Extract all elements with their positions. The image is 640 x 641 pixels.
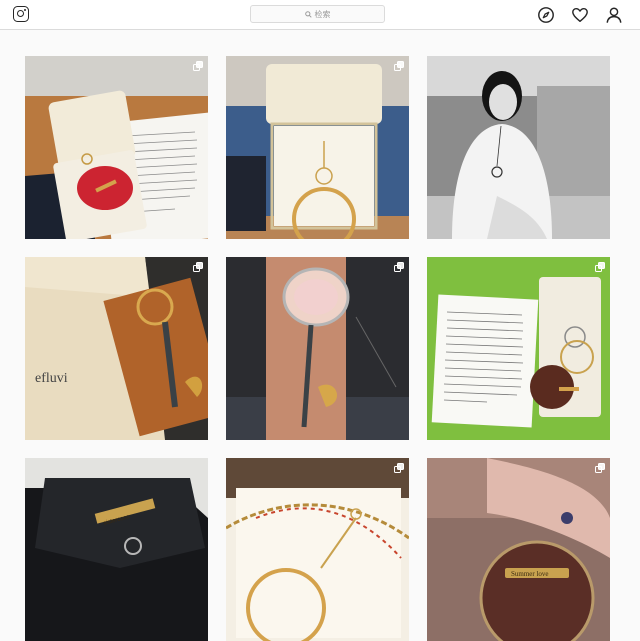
- mirror-plate-text: Summer love: [511, 570, 549, 578]
- multiple-photos-icon: [595, 463, 605, 473]
- compass-icon[interactable]: [537, 6, 555, 24]
- post-tile[interactable]: [226, 56, 409, 239]
- multiple-photos-icon: [193, 262, 203, 272]
- search-icon: [304, 10, 312, 18]
- multiple-photos-icon: [394, 61, 404, 71]
- heart-icon[interactable]: [571, 6, 589, 24]
- instagram-logo-icon[interactable]: [13, 6, 29, 22]
- post-tile[interactable]: [226, 458, 409, 641]
- post-photo: [427, 257, 610, 440]
- post-photo: [226, 257, 409, 440]
- top-navigation-bar: 检索: [0, 0, 640, 30]
- post-photo: sistercoco: [25, 458, 208, 641]
- post-photo: efluvi: [25, 257, 208, 440]
- post-tile[interactable]: [25, 56, 208, 239]
- post-photo: [226, 56, 409, 239]
- post-tile[interactable]: Summer love: [427, 458, 610, 641]
- search-input[interactable]: 检索: [250, 5, 385, 23]
- multiple-photos-icon: [394, 262, 404, 272]
- post-photo: [427, 56, 610, 239]
- post-photo: Summer love: [427, 458, 610, 641]
- post-tile[interactable]: sistercoco: [25, 458, 208, 641]
- post-tile[interactable]: [427, 257, 610, 440]
- multiple-photos-icon: [595, 262, 605, 272]
- multiple-photos-icon: [394, 463, 404, 473]
- profile-icon[interactable]: [605, 6, 623, 24]
- multiple-photos-icon: [193, 61, 203, 71]
- box-brand-text: efluvi: [35, 371, 68, 386]
- post-photo: [226, 458, 409, 641]
- post-tile[interactable]: [226, 257, 409, 440]
- post-photo: [25, 56, 208, 239]
- search-placeholder: 检索: [314, 9, 331, 19]
- post-tile[interactable]: [427, 56, 610, 239]
- post-tile[interactable]: efluvi: [25, 257, 208, 440]
